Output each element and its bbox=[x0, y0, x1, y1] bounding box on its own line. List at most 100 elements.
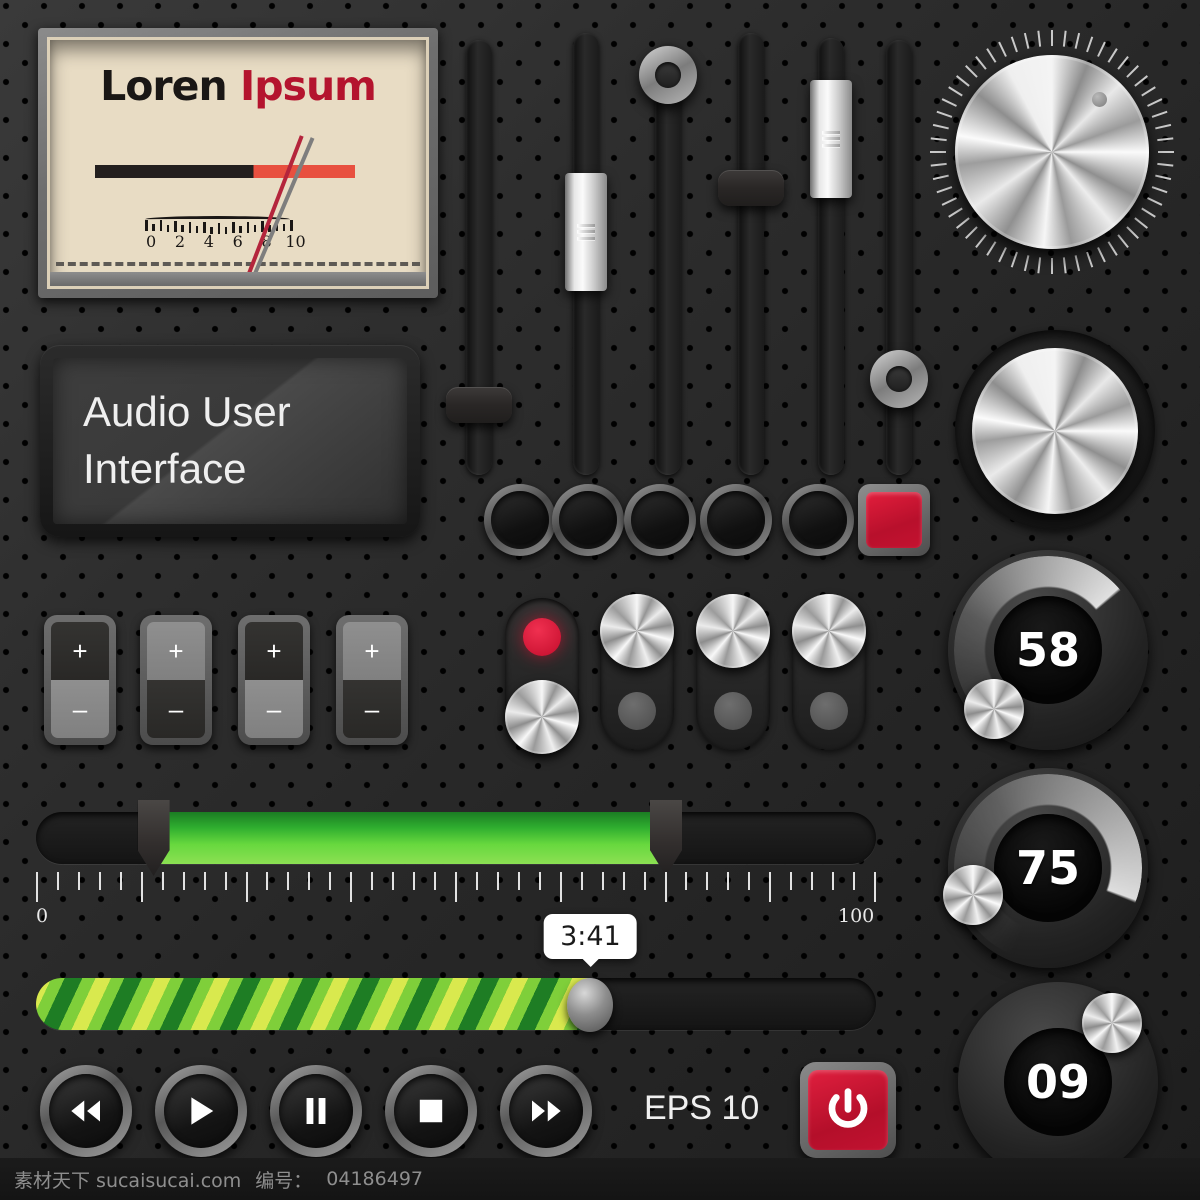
play-button-face bbox=[164, 1074, 238, 1148]
pause-icon bbox=[306, 1098, 326, 1124]
toggle-3[interactable] bbox=[696, 594, 770, 750]
master-knob-indicator bbox=[1092, 91, 1107, 107]
toggle-3-knob[interactable] bbox=[696, 594, 770, 668]
ruler-tick bbox=[371, 872, 374, 890]
ruler-tick bbox=[98, 872, 101, 890]
ruler-tick bbox=[874, 872, 876, 902]
push-button-3[interactable] bbox=[624, 484, 696, 556]
value-dial-75[interactable]: 75 bbox=[942, 768, 1148, 968]
toggle-2[interactable] bbox=[600, 594, 674, 750]
rewind-button[interactable] bbox=[40, 1065, 132, 1157]
ruler-tick bbox=[203, 872, 206, 890]
fader-6[interactable] bbox=[870, 40, 928, 475]
watermark-bar: 素材天下 sucaisucai.com 编号： 04186497 bbox=[0, 1158, 1200, 1200]
vu-meter-face: Loren Ipsum 0246810 bbox=[47, 37, 429, 289]
fader-5-handle[interactable] bbox=[810, 79, 852, 198]
stepper-4-plus[interactable]: + bbox=[343, 622, 401, 680]
master-knob-face[interactable] bbox=[955, 55, 1149, 249]
ruler-tick bbox=[706, 872, 709, 890]
fast-forward-button[interactable] bbox=[500, 1065, 592, 1157]
toggle-1-knob[interactable] bbox=[505, 680, 579, 754]
fader-2-handle[interactable] bbox=[565, 172, 607, 291]
fader-1[interactable] bbox=[446, 40, 512, 475]
ruler-ticks bbox=[36, 872, 876, 906]
ruler-tick bbox=[287, 872, 290, 890]
fader-6-handle[interactable] bbox=[870, 350, 928, 409]
stepper-2: + – bbox=[140, 615, 212, 745]
value-dial-75-handle[interactable] bbox=[942, 865, 1003, 926]
stepper-2-plus[interactable]: + bbox=[147, 622, 205, 680]
stop-button[interactable] bbox=[385, 1065, 477, 1157]
value-dial-09[interactable]: 09 bbox=[958, 982, 1158, 1182]
secondary-knob-face[interactable] bbox=[972, 348, 1138, 514]
stepper-2-minus[interactable]: – bbox=[147, 680, 205, 738]
range-slider-handle-low[interactable] bbox=[137, 800, 170, 876]
ruler-tick bbox=[811, 872, 814, 890]
ruler-tick bbox=[601, 872, 604, 890]
pause-button-face bbox=[279, 1074, 353, 1148]
ruler-tick bbox=[77, 872, 80, 890]
pause-button[interactable] bbox=[270, 1065, 362, 1157]
push-button-2[interactable] bbox=[552, 484, 624, 556]
fader-1-handle[interactable] bbox=[446, 387, 512, 424]
toggle-4-knob[interactable] bbox=[792, 594, 866, 668]
lcd-line-2: Interface bbox=[83, 445, 247, 492]
ruler-tick bbox=[475, 872, 478, 890]
fader-6-track bbox=[886, 40, 912, 475]
ruler-tick bbox=[790, 872, 793, 890]
vu-meter: Loren Ipsum 0246810 bbox=[38, 28, 438, 298]
ruler-tick bbox=[832, 872, 835, 890]
toggle-2-knob[interactable] bbox=[600, 594, 674, 668]
progress-tooltip: 3:41 bbox=[544, 914, 637, 967]
fast-forward-icon bbox=[532, 1100, 561, 1122]
master-knob[interactable] bbox=[930, 30, 1174, 274]
stepper-1: + – bbox=[44, 615, 116, 745]
toggle-1[interactable] bbox=[505, 598, 579, 754]
ruler-tick bbox=[517, 872, 520, 890]
watermark-id-value: 04186497 bbox=[326, 1168, 424, 1190]
fader-4-handle[interactable] bbox=[718, 169, 784, 206]
ruler-tick bbox=[245, 872, 248, 902]
watermark-id-label: 编号： bbox=[255, 1169, 313, 1192]
toggle-4[interactable] bbox=[792, 594, 866, 750]
vu-title-part1: Loren bbox=[100, 62, 240, 110]
push-button-1[interactable] bbox=[484, 484, 556, 556]
lcd-display: Audio User Interface bbox=[40, 345, 420, 537]
ruler-tick bbox=[622, 872, 625, 890]
play-button[interactable] bbox=[155, 1065, 247, 1157]
progress-bar-track[interactable] bbox=[36, 978, 876, 1030]
stepper-3-plus[interactable]: + bbox=[245, 622, 303, 680]
stepper-1-minus[interactable]: – bbox=[51, 680, 109, 738]
ruler-tick bbox=[685, 872, 688, 890]
fader-3[interactable] bbox=[639, 45, 697, 475]
value-dial-58-value: 58 bbox=[1015, 623, 1080, 677]
power-button[interactable] bbox=[800, 1062, 896, 1158]
push-button-5[interactable] bbox=[782, 484, 854, 556]
grip-lines bbox=[577, 220, 595, 243]
record-button[interactable] bbox=[858, 484, 930, 556]
stepper-1-plus[interactable]: + bbox=[51, 622, 109, 680]
eps-label: EPS 10 bbox=[644, 1089, 760, 1127]
fader-2[interactable] bbox=[565, 33, 607, 475]
value-dial-58[interactable]: 58 bbox=[948, 550, 1148, 750]
ruler-tick bbox=[580, 872, 583, 890]
lcd-screen: Audio User Interface bbox=[53, 358, 407, 524]
stepper-3-minus[interactable]: – bbox=[245, 680, 303, 738]
push-button-4[interactable] bbox=[700, 484, 772, 556]
fader-5[interactable] bbox=[810, 38, 852, 475]
vu-needle-red bbox=[246, 135, 304, 277]
play-icon bbox=[191, 1097, 214, 1125]
stepper-1-body: + – bbox=[51, 622, 109, 738]
vu-scale-tick bbox=[174, 221, 177, 233]
secondary-knob[interactable] bbox=[972, 348, 1138, 514]
fader-4[interactable] bbox=[718, 33, 784, 475]
vu-scale-tick bbox=[159, 220, 162, 232]
ruler-tick bbox=[455, 872, 457, 902]
rewind-icon bbox=[71, 1100, 100, 1122]
range-slider-handle-high[interactable] bbox=[650, 800, 682, 876]
stepper-4-minus[interactable]: – bbox=[343, 680, 401, 738]
fader-3-handle[interactable] bbox=[639, 46, 697, 105]
ruler-tick bbox=[56, 872, 59, 890]
toggle-1-led bbox=[523, 618, 561, 656]
value-dial-09-handle[interactable] bbox=[1081, 992, 1142, 1053]
